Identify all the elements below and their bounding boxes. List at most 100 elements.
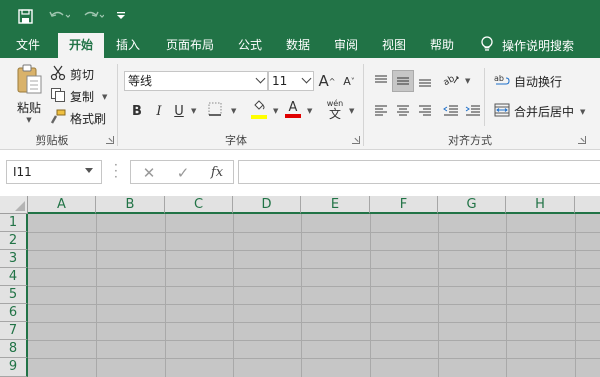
gridline	[233, 214, 234, 377]
ribbon: 粘贴 ▼ 剪切 复制 ▼ 格式刷 剪贴板 等线 11 A ^ A ˅ B I U ▼	[0, 58, 600, 150]
clipboard-launcher-icon[interactable]	[106, 136, 114, 144]
insert-function-icon[interactable]: fx	[207, 163, 227, 183]
column-header-b[interactable]: B	[96, 196, 165, 214]
middle-align-button[interactable]	[392, 70, 414, 92]
cut-label: 剪切	[70, 68, 95, 82]
row-header-1[interactable]: 1	[0, 214, 28, 232]
column-header-i[interactable]	[575, 196, 600, 214]
gridline	[96, 214, 97, 377]
gridline	[28, 304, 600, 305]
column-header-g[interactable]: G	[438, 196, 506, 214]
fill-color-button[interactable]	[248, 98, 270, 120]
column-header-d[interactable]: D	[233, 196, 301, 214]
tab-view[interactable]: 视图	[374, 33, 414, 58]
wrap-text-icon: ab	[494, 73, 510, 90]
italic-button[interactable]: I	[148, 100, 170, 122]
align-right-button[interactable]	[414, 100, 436, 122]
cut-button[interactable]: 剪切	[50, 65, 94, 84]
gridline	[28, 268, 600, 269]
align-center-button[interactable]	[392, 100, 414, 122]
group-divider	[363, 64, 364, 146]
row-header-7[interactable]: 7	[0, 322, 28, 340]
increase-font-label: A	[318, 72, 329, 90]
row-header-5[interactable]: 5	[0, 286, 28, 304]
gridline	[28, 286, 600, 287]
increase-font-button[interactable]: A ^	[316, 70, 338, 92]
row-header-4[interactable]: 4	[0, 268, 28, 286]
font-color-dropdown-icon[interactable]: ▼	[307, 107, 312, 115]
column-header-c[interactable]: C	[165, 196, 233, 214]
decrease-indent-button[interactable]	[440, 100, 462, 122]
borders-button[interactable]	[204, 100, 226, 122]
align-left-button[interactable]	[370, 100, 392, 122]
paste-dropdown-icon[interactable]: ▼	[26, 116, 31, 124]
row-header-6[interactable]: 6	[0, 304, 28, 322]
copy-button[interactable]: 复制 ▼	[50, 87, 107, 106]
phonetic-guide-button[interactable]: wén 文	[324, 96, 346, 124]
font-size-value: 11	[272, 74, 288, 88]
bottom-align-button[interactable]	[414, 70, 436, 92]
tab-file[interactable]: 文件	[8, 33, 48, 58]
gridline	[28, 322, 600, 323]
column-header-e[interactable]: E	[301, 196, 370, 214]
paste-button[interactable]: 粘贴 ▼	[10, 64, 48, 128]
tab-home[interactable]: 开始	[58, 33, 104, 58]
gridline	[301, 214, 302, 377]
tab-help[interactable]: 帮助	[422, 33, 462, 58]
undo-icon[interactable]	[46, 5, 72, 27]
tab-review[interactable]: 审阅	[326, 33, 366, 58]
row-header-2[interactable]: 2	[0, 232, 28, 250]
alignment-group-label: 对齐方式	[448, 134, 492, 147]
column-header-h[interactable]: H	[506, 196, 575, 214]
name-box[interactable]: I11	[6, 160, 102, 184]
column-header-a[interactable]: A	[28, 196, 96, 214]
tab-insert[interactable]: 插入	[108, 33, 148, 58]
format-painter-button[interactable]: 格式刷	[50, 109, 106, 128]
spreadsheet-grid[interactable]: A B C D E F G H 1 2 3 4 5 6 7 8 9	[0, 196, 600, 377]
wrap-text-button[interactable]: ab 自动换行	[494, 73, 562, 90]
gridline	[506, 214, 507, 377]
cancel-icon[interactable]: ✕	[139, 163, 159, 183]
font-group-label: 字体	[225, 134, 247, 147]
row-header-8[interactable]: 8	[0, 340, 28, 358]
gridline	[28, 232, 600, 233]
underline-button[interactable]: U	[168, 100, 190, 122]
tell-me-search[interactable]: 操作说明搜索	[480, 33, 574, 58]
bold-button[interactable]: B	[126, 100, 148, 122]
redo-icon[interactable]	[80, 5, 106, 27]
row-header-3[interactable]: 3	[0, 250, 28, 268]
increase-indent-button[interactable]	[462, 100, 484, 122]
tab-data[interactable]: 数据	[278, 33, 318, 58]
row-header-9[interactable]: 9	[0, 358, 28, 377]
select-all-button[interactable]	[0, 196, 28, 214]
font-name-value: 等线	[128, 74, 153, 88]
tab-formulas[interactable]: 公式	[230, 33, 270, 58]
gridline	[438, 214, 439, 377]
phonetic-dropdown-icon[interactable]: ▼	[349, 107, 354, 115]
copy-dropdown-icon[interactable]: ▼	[102, 93, 107, 101]
decrease-font-button[interactable]: A ˅	[338, 70, 360, 92]
orientation-dropdown-icon[interactable]: ▼	[465, 77, 470, 85]
font-launcher-icon[interactable]	[352, 136, 360, 144]
tab-page-layout[interactable]: 页面布局	[158, 33, 222, 58]
wrap-text-label: 自动换行	[514, 75, 563, 89]
formula-input[interactable]	[238, 160, 600, 184]
save-icon[interactable]	[14, 5, 36, 27]
font-size-select[interactable]: 11	[268, 71, 314, 91]
underline-dropdown-icon[interactable]: ▼	[191, 107, 196, 115]
column-header-f[interactable]: F	[370, 196, 438, 214]
alignment-launcher-icon[interactable]	[578, 136, 586, 144]
group-divider	[117, 64, 118, 146]
top-align-button[interactable]	[370, 70, 392, 92]
font-color-button[interactable]: A	[282, 98, 304, 120]
merge-center-button[interactable]: 合并后居中 ▼	[494, 103, 585, 120]
merge-dropdown-icon[interactable]: ▼	[580, 108, 585, 116]
font-name-select[interactable]: 等线	[124, 71, 268, 91]
enter-icon[interactable]: ✓	[173, 163, 193, 183]
customize-icon[interactable]	[114, 5, 128, 27]
orientation-button[interactable]: ab	[440, 70, 462, 92]
borders-dropdown-icon[interactable]: ▼	[231, 107, 236, 115]
fill-color-dropdown-icon[interactable]: ▼	[273, 107, 278, 115]
name-box-value: I11	[13, 165, 32, 179]
clipboard-group-label: 剪贴板	[35, 134, 69, 147]
